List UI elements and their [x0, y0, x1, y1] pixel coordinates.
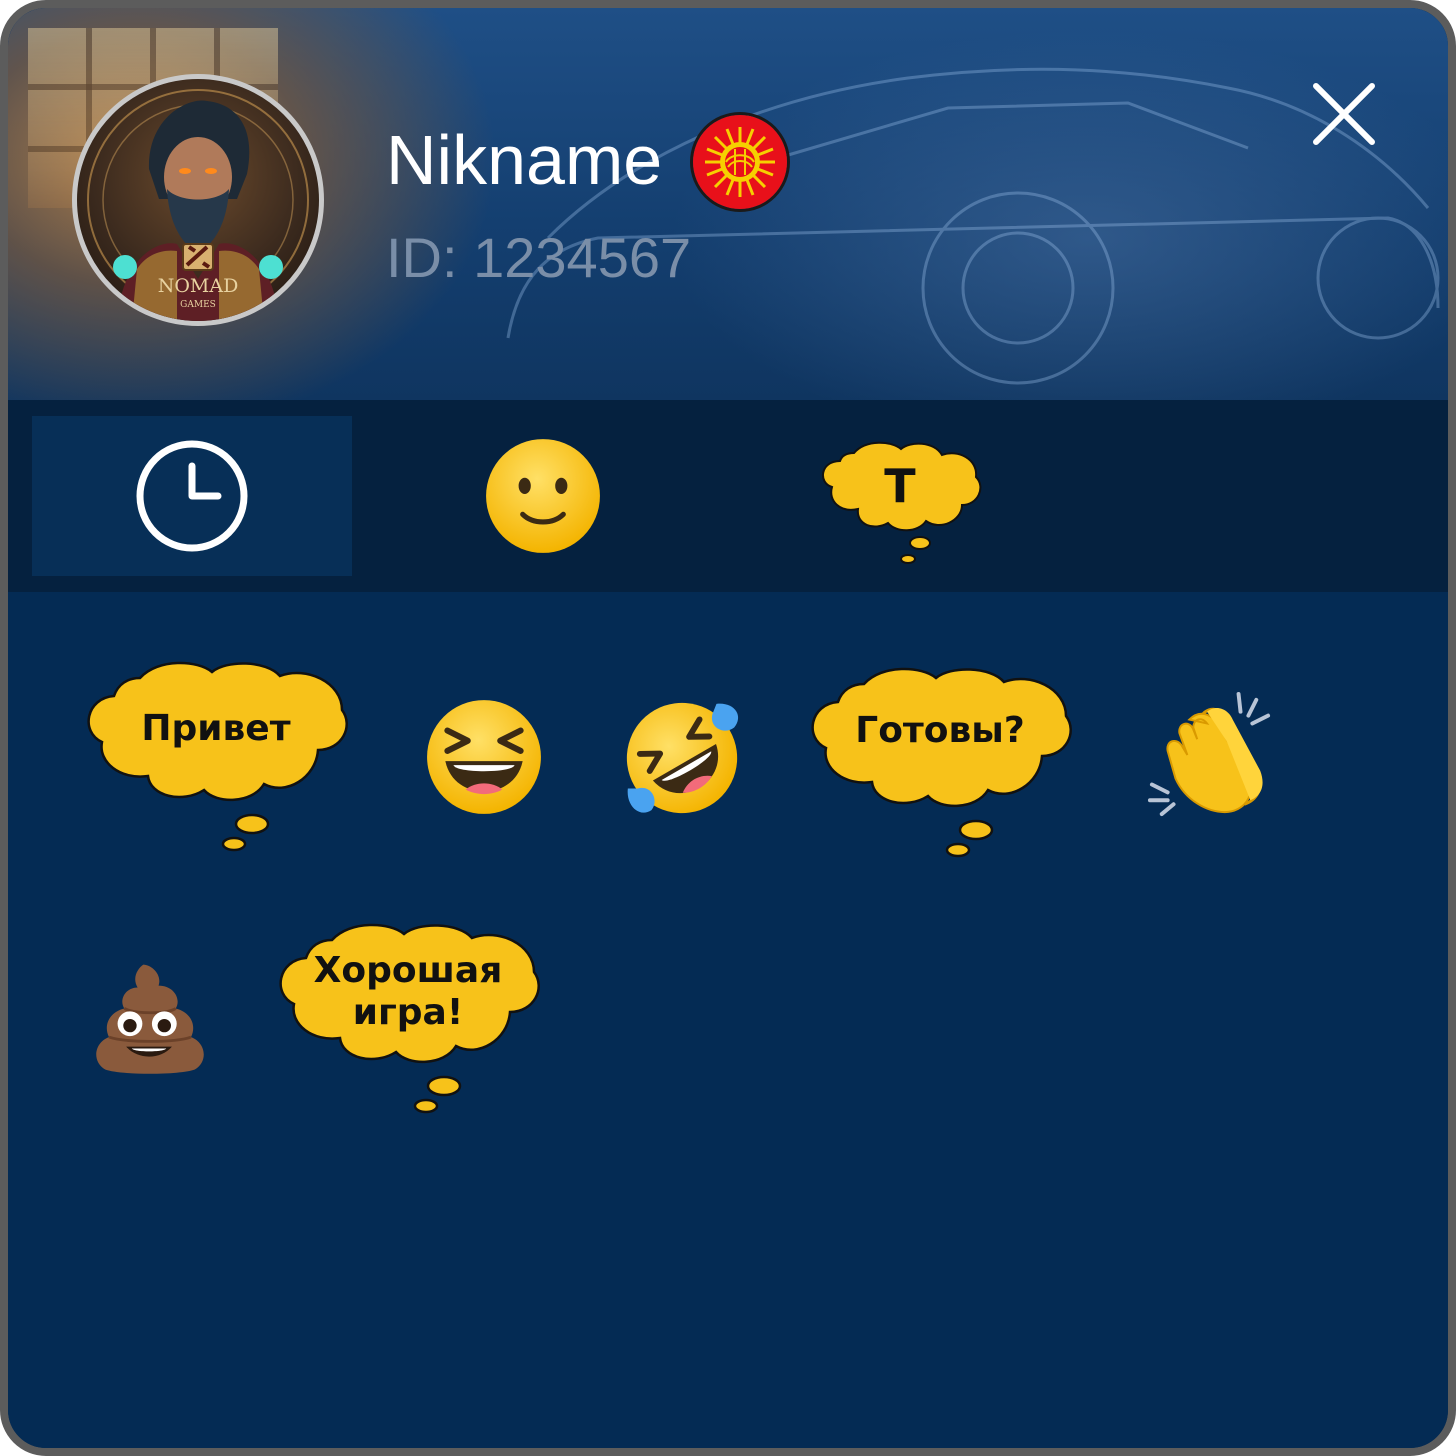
smiley-icon — [486, 439, 600, 553]
emote-panel: NOMAD GAMES Nikname ID: 1234567 T Привет… — [0, 0, 1456, 1456]
phrase-good-game[interactable]: Хорошая игра! — [272, 920, 544, 1116]
close-icon — [1313, 83, 1375, 145]
phrase-privet[interactable]: Привет — [80, 658, 352, 854]
text-bubble-icon: T — [822, 441, 982, 564]
clock-icon — [136, 440, 248, 552]
tab-emoji[interactable] — [383, 416, 703, 576]
kyrgyzstan-flag-icon — [693, 115, 787, 209]
clapping-hands-icon — [1147, 691, 1271, 817]
rolling-on-floor-laughing-icon — [626, 702, 739, 814]
nickname: Nikname — [386, 121, 663, 199]
profile-header: NOMAD GAMES Nikname ID: 1234567 — [8, 8, 1448, 400]
emoji-grinning-squinting[interactable] — [423, 696, 545, 822]
emoji-rolling-laughing[interactable] — [618, 694, 746, 826]
tab-bar: T — [8, 400, 1448, 592]
pile-of-poo-icon — [96, 964, 204, 1074]
thought-bubble-shape — [87, 661, 348, 852]
grinning-squinting-face-icon — [427, 700, 541, 814]
tab-recent[interactable] — [32, 416, 352, 576]
tab-phrases[interactable]: T — [736, 424, 1056, 584]
reactions-grid: Привет Готовы? Хорошая игра! — [8, 592, 1448, 1448]
phrase-label: Привет — [141, 708, 291, 749]
emoji-pile-of-poo[interactable] — [88, 960, 212, 1080]
close-button[interactable] — [1306, 76, 1382, 152]
emoji-clapping[interactable] — [1146, 690, 1274, 822]
header-background-car — [506, 67, 1440, 385]
player-id: ID: 1234567 — [386, 226, 692, 289]
tab-phrases-label: T — [884, 459, 916, 513]
phrase-label-line2: игра! — [352, 992, 464, 1033]
phrase-label-line1: Хорошая — [313, 950, 503, 991]
avatar-brand-text: NOMAD — [158, 275, 239, 297]
phrase-label: Готовы? — [855, 710, 1025, 751]
avatar[interactable]: NOMAD GAMES — [72, 74, 324, 326]
thought-bubble-shape — [811, 667, 1072, 858]
phrase-gotovy[interactable]: Готовы? — [804, 664, 1076, 860]
avatar-brand-sub-text: GAMES — [180, 300, 216, 310]
